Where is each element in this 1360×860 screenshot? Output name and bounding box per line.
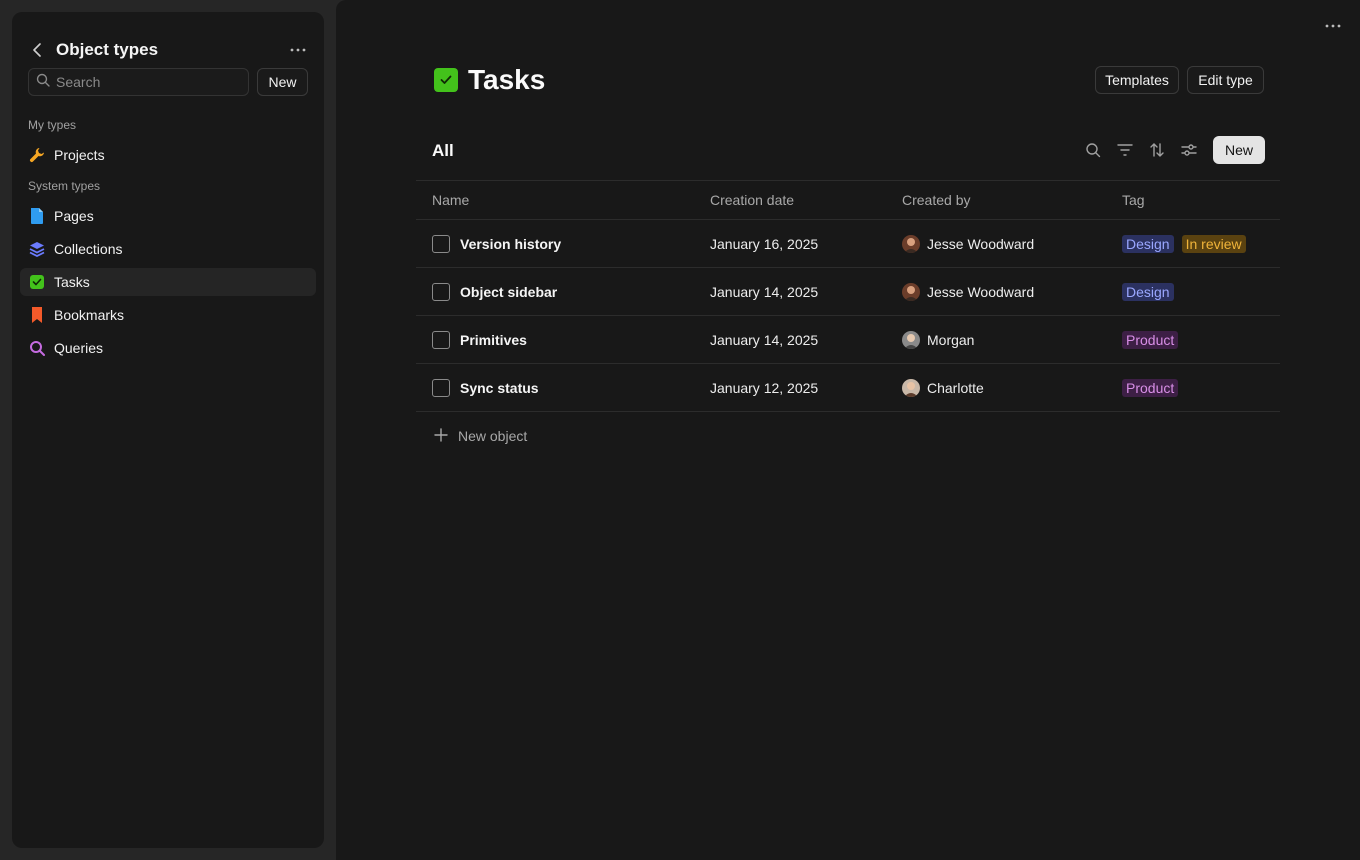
tag-badge[interactable]: In review [1181, 234, 1246, 253]
table-row[interactable]: Version history January 16, 2025 Jesse W… [416, 220, 1280, 268]
search-icon[interactable] [1083, 140, 1103, 160]
table-row[interactable]: Object sidebar January 14, 2025 Jesse Wo… [416, 268, 1280, 316]
avatar [902, 282, 920, 301]
sidebar-item-collections[interactable]: Collections [20, 235, 316, 263]
sidebar: Object types New My types Projects Syste… [12, 12, 324, 848]
task-name[interactable]: Sync status [460, 380, 539, 396]
creation-date: January 16, 2025 [710, 235, 819, 252]
column-header-tag[interactable]: Tag [1122, 181, 1145, 219]
sidebar-item-bookmarks[interactable]: Bookmarks [20, 301, 316, 329]
sidebar-item-label: Collections [54, 241, 123, 257]
task-checkbox[interactable] [432, 330, 450, 349]
checkbox-icon [28, 273, 46, 291]
column-header-created-by[interactable]: Created by [902, 181, 970, 219]
sidebar-item-label: Bookmarks [54, 307, 125, 323]
tag-badge[interactable]: Design [1122, 282, 1174, 301]
checkbox-icon [434, 68, 458, 92]
avatar [902, 378, 920, 397]
task-name[interactable]: Version history [460, 236, 561, 252]
sidebar-item-label: Tasks [54, 274, 90, 290]
created-by-name: Charlotte [927, 379, 984, 396]
tasks-table: Name Creation date Created by Tag Versio… [416, 180, 1280, 460]
settings-sliders-icon[interactable] [1179, 140, 1199, 160]
table-row[interactable]: Primitives January 14, 2025 Morgan Produ… [416, 316, 1280, 364]
sidebar-title: Object types [56, 40, 159, 59]
sidebar-item-queries[interactable]: Queries [20, 334, 316, 362]
back-icon[interactable] [28, 40, 48, 60]
search-input[interactable] [56, 74, 246, 90]
page-icon [28, 207, 46, 225]
sidebar-item-pages[interactable]: Pages [20, 202, 316, 230]
sort-icon[interactable] [1147, 140, 1167, 160]
tag-badge[interactable]: Design [1122, 234, 1174, 253]
avatar [902, 330, 920, 349]
new-object-button[interactable]: New object [416, 412, 1280, 460]
column-header-name[interactable]: Name [432, 181, 469, 219]
task-name[interactable]: Object sidebar [460, 284, 557, 300]
wrench-icon [28, 146, 46, 164]
created-by-name: Jesse Woodward [927, 283, 1035, 300]
created-by-name: Morgan [927, 331, 975, 348]
task-name[interactable]: Primitives [460, 332, 527, 348]
templates-button[interactable]: Templates [1095, 66, 1179, 94]
sidebar-new-button[interactable]: New [257, 68, 308, 96]
creation-date: January 12, 2025 [710, 379, 819, 396]
sidebar-item-tasks[interactable]: Tasks [20, 268, 316, 296]
sidebar-item-label: Projects [54, 147, 105, 163]
sidebar-item-label: Queries [54, 340, 104, 356]
plus-icon [434, 427, 448, 445]
bookmark-icon [28, 306, 46, 324]
page-header: Tasks [434, 64, 545, 96]
layers-icon [28, 240, 46, 258]
my-types-label: My types [28, 118, 77, 132]
page-title: Tasks [468, 64, 546, 95]
new-object-label: New object [458, 428, 528, 444]
search-icon [36, 73, 50, 92]
sidebar-item-label: Pages [54, 208, 94, 224]
main-panel: Tasks Templates Edit type All New Name C… [336, 0, 1360, 860]
table-header: Name Creation date Created by Tag [416, 180, 1280, 220]
tag-badge[interactable]: Product [1122, 378, 1179, 397]
new-button[interactable]: New [1213, 136, 1265, 164]
created-by-name: Jesse Woodward [927, 235, 1035, 252]
search-box [28, 68, 249, 96]
app-window: Object types New My types Projects Syste… [0, 0, 1360, 860]
edit-type-button[interactable]: Edit type [1187, 66, 1264, 94]
table-row[interactable]: Sync status January 12, 2025 Charlotte P… [416, 364, 1280, 412]
more-icon[interactable] [288, 40, 308, 60]
filter-icon[interactable] [1115, 140, 1135, 160]
search-icon [28, 339, 46, 357]
creation-date: January 14, 2025 [710, 331, 819, 348]
task-checkbox[interactable] [432, 282, 450, 301]
task-checkbox[interactable] [432, 378, 450, 397]
system-types-label: System types [28, 179, 101, 193]
sidebar-item-projects[interactable]: Projects [20, 141, 316, 169]
tag-badge[interactable]: Product [1122, 330, 1179, 349]
more-icon[interactable] [1322, 16, 1344, 36]
column-header-date[interactable]: Creation date [710, 181, 794, 219]
view-title: All [432, 141, 454, 160]
avatar [902, 234, 920, 253]
task-checkbox[interactable] [432, 234, 450, 253]
creation-date: January 14, 2025 [710, 283, 819, 300]
sidebar-header: Object types [28, 36, 308, 64]
